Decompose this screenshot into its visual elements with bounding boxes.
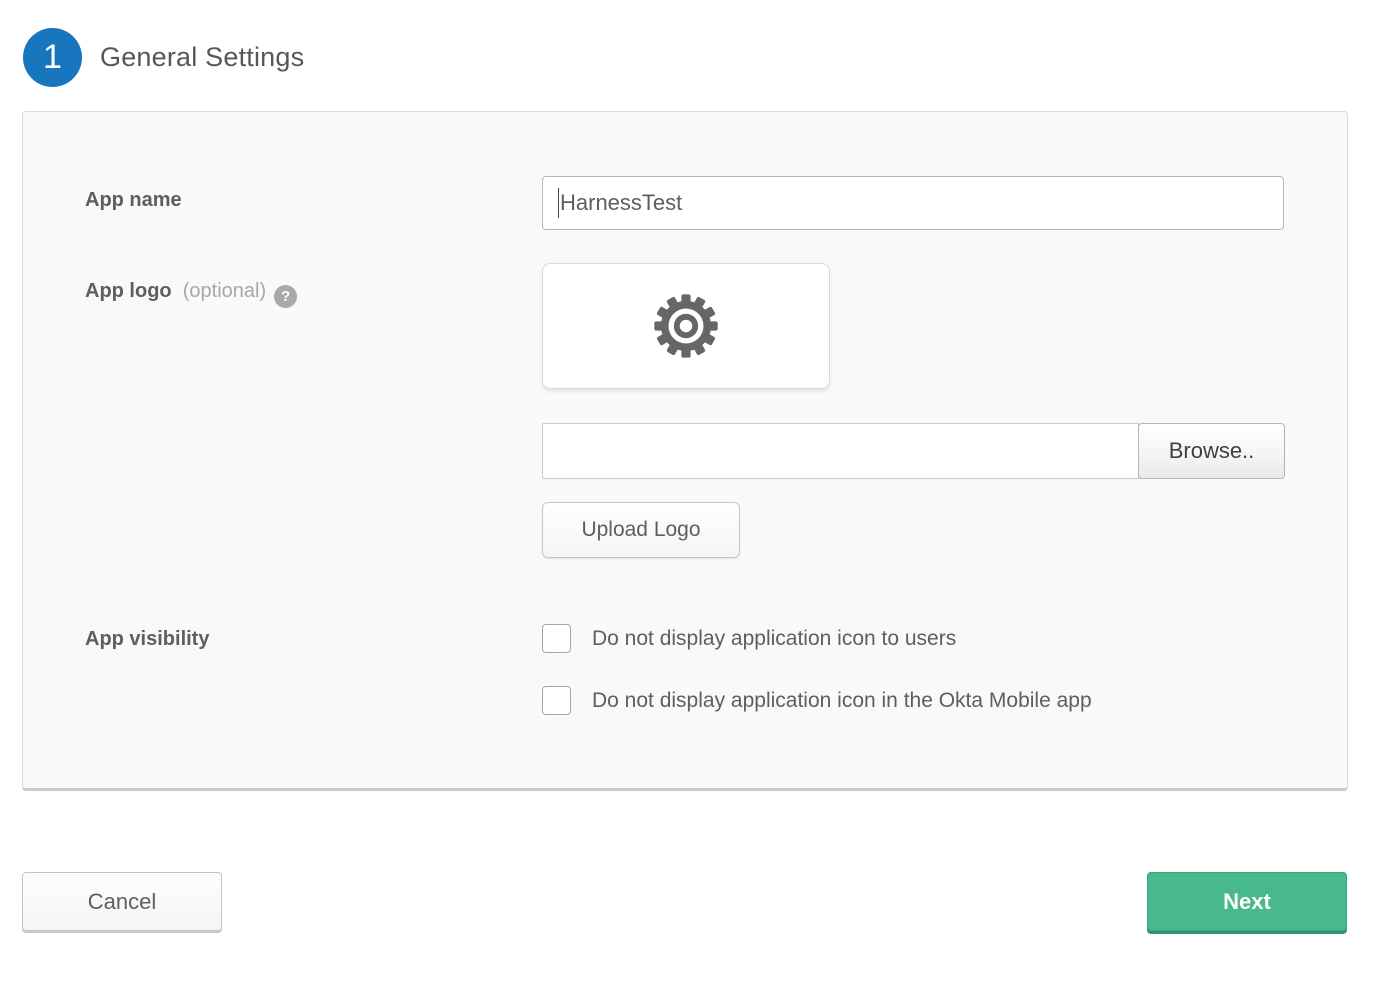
step-indicator: 1: [23, 28, 82, 87]
step-number: 1: [43, 38, 62, 77]
settings-panel: App name HarnessTest App logo (optional)…: [22, 111, 1348, 791]
upload-logo-button[interactable]: Upload Logo: [542, 502, 740, 558]
optional-hint-text: (optional): [183, 280, 266, 302]
file-path-input[interactable]: [542, 423, 1139, 479]
visibility-users-label: Do not display application icon to users: [592, 627, 956, 651]
app-name-value: HarnessTest: [560, 190, 682, 216]
text-cursor: [558, 188, 559, 218]
visibility-mobile-label: Do not display application icon in the O…: [592, 689, 1092, 713]
app-name-label: App name: [85, 189, 182, 212]
visibility-mobile-checkbox[interactable]: [542, 686, 571, 715]
visibility-users-checkbox[interactable]: [542, 624, 571, 653]
gear-icon: [653, 293, 719, 359]
logo-preview: [542, 263, 830, 389]
browse-button[interactable]: Browse..: [1138, 423, 1285, 479]
app-logo-label: App logo (optional)?: [85, 280, 297, 308]
app-name-input[interactable]: HarnessTest: [542, 176, 1284, 230]
app-logo-label-text: App logo: [85, 280, 172, 302]
page-title: General Settings: [100, 42, 304, 73]
help-icon[interactable]: ?: [274, 285, 297, 308]
general-settings-page: 1 General Settings App name HarnessTest …: [0, 0, 1388, 986]
next-button[interactable]: Next: [1147, 872, 1347, 931]
logo-file-chooser: Browse..: [542, 423, 1285, 479]
app-visibility-label: App visibility: [85, 628, 209, 651]
visibility-option-mobile[interactable]: Do not display application icon in the O…: [542, 686, 1092, 715]
optional-hint: (optional): [177, 280, 266, 302]
visibility-option-users[interactable]: Do not display application icon to users: [542, 624, 956, 653]
cancel-button[interactable]: Cancel: [22, 872, 222, 931]
